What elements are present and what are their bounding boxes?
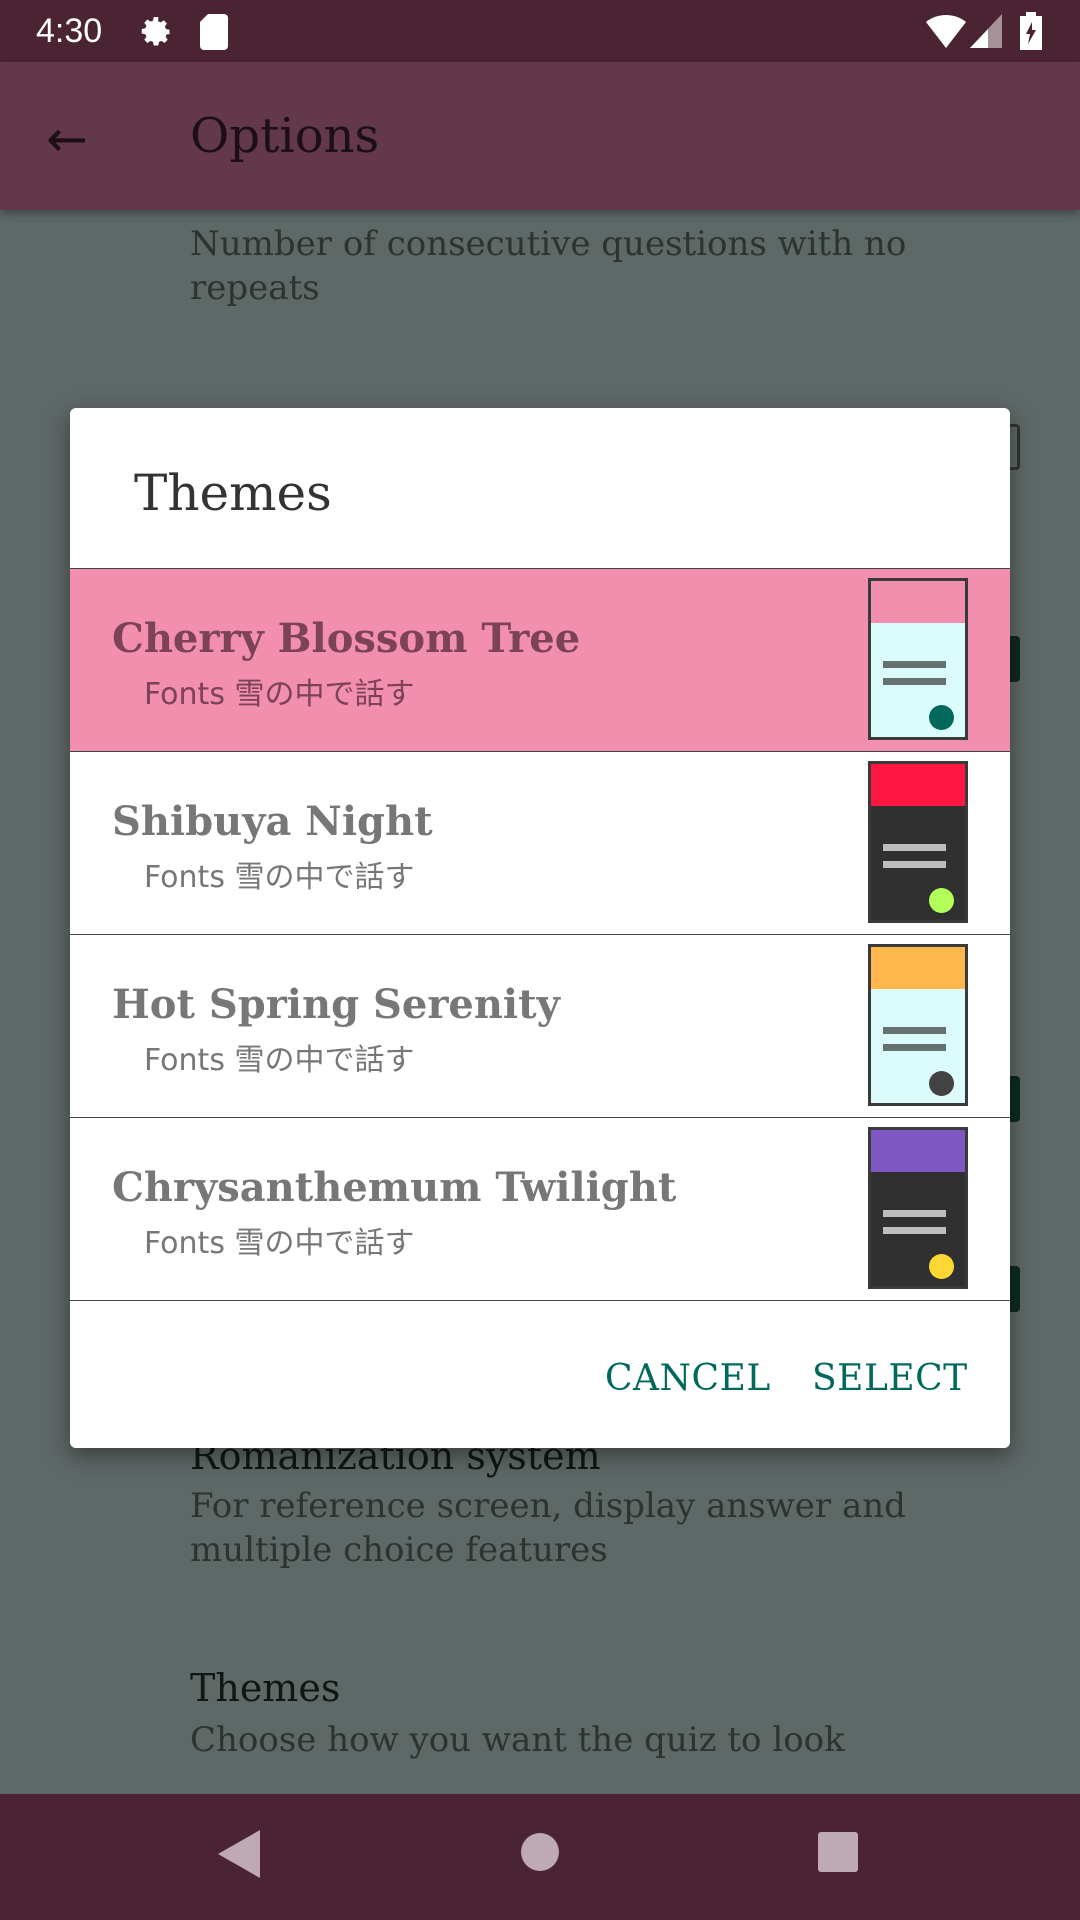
theme-font-sample: Fonts 雪の中で話す [144,1226,415,1261]
theme-option[interactable]: Hot Spring Serenity Fonts 雪の中で話す [70,935,1010,1118]
preview-line [883,1044,946,1051]
repeat-setting-subtitle: Number of consecutive questions with no … [190,224,907,308]
themes-dialog: Themes Cherry Blossom Tree Fonts 雪の中で話す … [70,408,1010,1448]
signal-icon [970,14,1002,48]
themes-setting-subtitle: Choose how you want the quiz to look [190,1720,845,1760]
preview-line [883,661,946,668]
dialog-title: Themes [134,464,332,522]
preview-header [871,764,965,806]
preview-line [883,678,946,685]
theme-option[interactable]: Chrysanthemum Twilight Fonts 雪の中で話す [70,1118,1010,1301]
preview-header [871,581,965,623]
gear-icon [141,17,170,46]
nav-bar [0,1794,1080,1920]
theme-name: Chrysanthemum Twilight [112,1164,677,1211]
page-title: Options [190,108,380,164]
theme-preview-icon [868,944,968,1106]
preview-header [871,1130,965,1172]
app-bar: ← Options [0,62,1080,210]
dialog-actions: CANCEL SELECT [70,1308,1010,1448]
arrow-left-icon[interactable]: ← [46,110,88,168]
preview-header [871,947,965,989]
battery-charging-icon [1020,12,1042,50]
themes-setting-title[interactable]: Themes [190,1666,340,1710]
theme-preview-icon [868,578,968,740]
theme-preview-icon [868,1127,968,1289]
select-button[interactable]: SELECT [812,1358,968,1399]
theme-option[interactable]: Shibuya Night Fonts 雪の中で話す [70,752,1010,935]
theme-name: Cherry Blossom Tree [112,615,581,662]
recents-square-icon[interactable] [818,1832,858,1872]
theme-font-sample: Fonts 雪の中で話す [144,1043,415,1078]
preview-line [883,861,946,868]
cancel-button[interactable]: CANCEL [605,1358,771,1399]
back-triangle-icon[interactable] [218,1830,260,1878]
clock: 4:30 [36,12,103,50]
wifi-icon [926,14,966,48]
theme-option[interactable]: Cherry Blossom Tree Fonts 雪の中で話す [70,569,1010,752]
preview-dot [929,1254,954,1279]
preview-line [883,1210,946,1217]
preview-dot [929,888,954,913]
romanization-subtitle: For reference screen, display answer and… [190,1486,906,1570]
theme-name: Shibuya Night [112,798,433,845]
preview-line [883,844,946,851]
preview-line [883,1027,946,1034]
theme-preview-icon [868,761,968,923]
theme-list: Cherry Blossom Tree Fonts 雪の中で話す Shibuya… [70,568,1010,1301]
preview-dot [929,705,954,730]
theme-font-sample: Fonts 雪の中で話す [144,860,415,895]
preview-line [883,1227,946,1234]
preview-dot [929,1071,954,1096]
theme-font-sample: Fonts 雪の中で話す [144,677,415,712]
theme-name: Hot Spring Serenity [112,981,560,1028]
status-bar: 4:30 [0,0,1080,62]
home-circle-icon[interactable] [520,1832,560,1872]
sd-card-icon [200,14,228,50]
